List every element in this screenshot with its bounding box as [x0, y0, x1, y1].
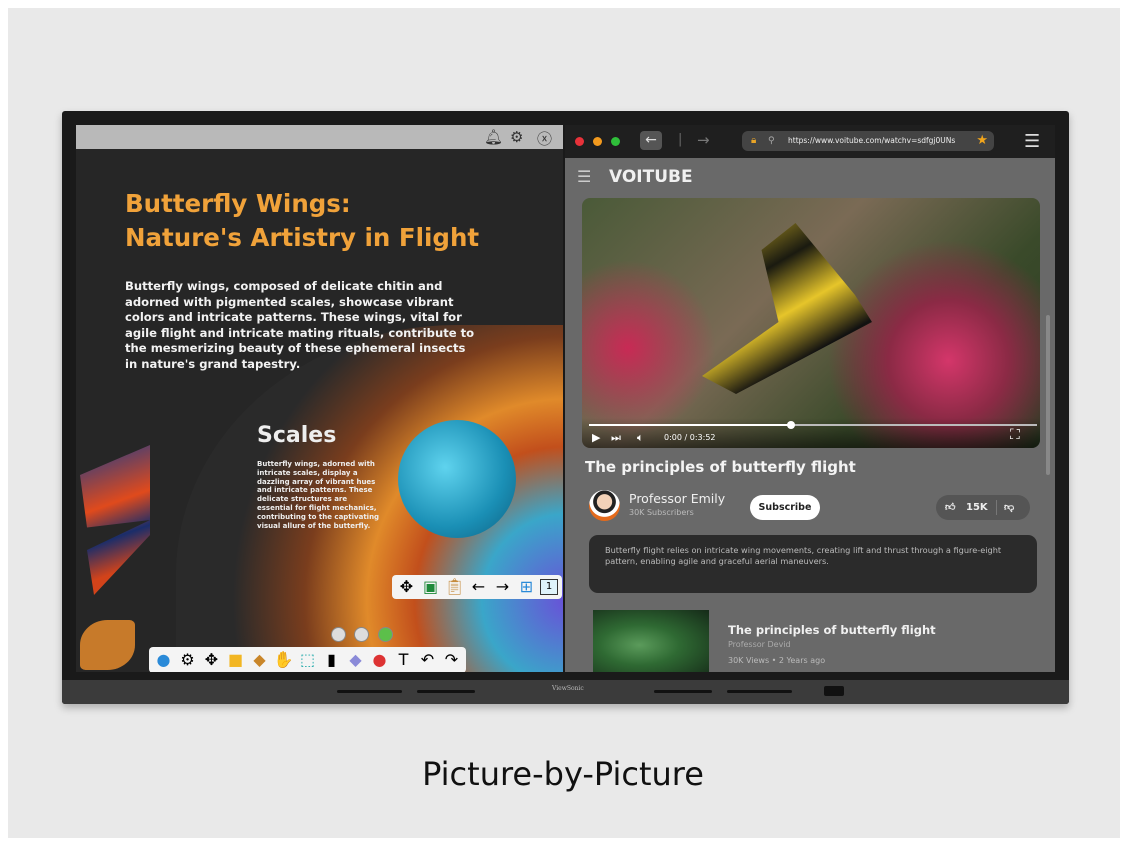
forward-button[interactable]: →	[697, 131, 710, 149]
related-video-title[interactable]: The principles of butterfly flight	[728, 623, 936, 637]
settings-icon[interactable]: ⚙	[177, 649, 198, 671]
screen-capture-icon[interactable]: ▣	[420, 576, 441, 598]
thumbs-up-icon[interactable]: 👍︎	[945, 495, 955, 520]
like-dislike-group: 👍︎ 15K 👎︎	[936, 495, 1030, 520]
trash-icon[interactable]	[378, 627, 393, 642]
page-toolbar: ✥ ▣ 📋︎ ← → ⊞ 1	[392, 575, 562, 599]
related-video-channel: Professor Devid	[728, 640, 791, 649]
resources-icon[interactable]: ◆	[249, 649, 270, 671]
video-title: The principles of butterfly flight	[585, 458, 856, 476]
page-number[interactable]: 1	[540, 579, 558, 595]
folder-icon[interactable]: ■	[225, 649, 246, 671]
browser-toolbar: ← | → 🔒︎ ⚲ https://www.voitube.com/watch…	[565, 125, 1055, 158]
next-icon[interactable]: ⏭︎	[611, 431, 621, 445]
butterfly-video-frame	[702, 223, 872, 394]
section-text: Butterfly wings, adorned with intricate …	[257, 460, 380, 530]
avatar[interactable]	[589, 490, 620, 521]
bookmark-star-icon[interactable]: ★	[976, 131, 988, 151]
users-icon[interactable]: ●	[153, 649, 174, 671]
maximize-window-button[interactable]	[611, 137, 620, 146]
pen-slot	[654, 690, 712, 693]
minimize-window-button[interactable]	[593, 137, 602, 146]
bell-icon[interactable]: 🔔︎	[484, 128, 503, 146]
move-icon[interactable]: ✥	[396, 576, 417, 598]
gear-icon[interactable]: ⚙	[510, 128, 523, 146]
move-icon[interactable]: ✥	[201, 649, 222, 671]
time-display: 0:00 / 0:3:52	[664, 433, 716, 442]
thumbs-down-icon[interactable]: 👎︎	[1004, 495, 1014, 520]
close-window-button[interactable]	[575, 137, 584, 146]
video-description: Butterfly flight relies on intricate win…	[589, 535, 1037, 593]
hamburger-menu-icon[interactable]: ☰	[577, 167, 591, 186]
scales-magnified-image	[398, 420, 516, 538]
caption: Picture-by-Picture	[422, 755, 704, 793]
video-player[interactable]: ▶ ⏭︎ 🔈︎ 0:00 / 0:3:52 ⛶	[582, 198, 1040, 448]
camera	[824, 686, 844, 696]
whiteboard-topbar: 🔔︎ ⚙ ⓧ	[76, 125, 563, 149]
previous-page-icon[interactable]: ←	[468, 576, 489, 598]
hand-icon[interactable]: ✋	[273, 649, 294, 671]
lock-icon: 🔒︎	[751, 135, 757, 146]
pen-slot	[417, 690, 475, 693]
paste-icon[interactable]: 📋︎	[444, 576, 465, 598]
progress-bar[interactable]	[589, 421, 1037, 429]
like-count: 15K	[966, 502, 988, 513]
address-bar[interactable]: 🔒︎ ⚲ https://www.voitube.com/watchv=sdfg…	[742, 131, 994, 151]
intro-text: Butterfly wings, composed of delicate ch…	[125, 279, 475, 371]
brand-logo: ViewSonic	[552, 685, 584, 692]
pen-icon[interactable]: ▮	[321, 649, 342, 671]
undo-icon[interactable]: ↶	[417, 649, 438, 671]
scrollbar[interactable]	[1046, 315, 1050, 475]
back-button[interactable]: ←	[640, 131, 662, 150]
whiteboard-panel: 🔔︎ ⚙ ⓧ Butterfly Wings: Nature's Artistry…	[76, 125, 563, 672]
next-page-icon[interactable]: →	[492, 576, 513, 598]
fullscreen-icon[interactable]: ⛶	[1010, 427, 1020, 443]
divider	[996, 500, 997, 515]
divider: |	[678, 132, 683, 147]
redo-icon[interactable]: ↷	[441, 649, 462, 671]
channel-name[interactable]: Professor Emily	[629, 491, 725, 506]
main-toolbar: ● ⚙ ✥ ■ ◆ ✋ ⬚ ▮ ◆ ● T ↶ ↷	[149, 647, 466, 672]
eraser-mini-icon[interactable]	[331, 627, 346, 642]
related-video-meta: 30K Views • 2 Years ago	[728, 656, 826, 665]
url-text: https://www.voitube.com/watchv=sdfgj0UNs	[788, 136, 956, 145]
subscriber-count: 30K Subscribers	[629, 508, 694, 517]
display-chin: ViewSonic	[62, 680, 1069, 704]
browser-menu-icon[interactable]: ☰	[1024, 131, 1040, 152]
leaf-image	[80, 620, 135, 670]
play-icon[interactable]: ▶	[592, 431, 600, 444]
search-icon: ⚲	[768, 136, 775, 146]
progress-handle[interactable]	[786, 421, 795, 429]
text-icon[interactable]: T	[393, 649, 414, 671]
related-video-thumbnail[interactable]	[593, 610, 709, 672]
butterfly-image	[80, 445, 150, 595]
close-icon[interactable]: ⓧ	[537, 128, 552, 149]
speaker-grille	[337, 690, 402, 693]
page-title: Butterfly Wings: Nature's Artistry in Fli…	[125, 189, 480, 252]
video-controls: ▶ ⏭︎ 🔈︎ 0:00 / 0:3:52 ⛶	[582, 418, 1040, 448]
speaker-grille	[727, 690, 792, 693]
site-logo[interactable]: VOITUBE	[609, 167, 693, 187]
shapes-icon[interactable]: ●	[369, 649, 390, 671]
subscribe-button[interactable]: Subscribe	[750, 495, 820, 520]
select-icon[interactable]: ⬚	[297, 649, 318, 671]
add-page-icon[interactable]: ⊞	[516, 576, 537, 598]
section-title: Scales	[257, 423, 337, 448]
zoom-mini-icon[interactable]	[354, 627, 369, 642]
eraser-icon[interactable]: ◆	[345, 649, 366, 671]
volume-icon[interactable]: 🔈︎	[637, 431, 644, 445]
browser-panel: ← | → 🔒︎ ⚲ https://www.voitube.com/watch…	[565, 125, 1055, 672]
